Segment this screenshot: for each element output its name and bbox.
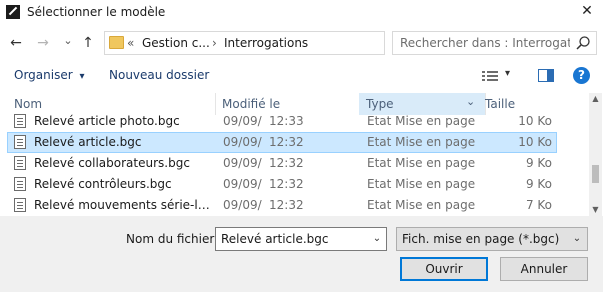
- organize-label: Organiser: [14, 68, 73, 82]
- file-size: 10 Ko: [518, 135, 552, 149]
- title-bar: Sélectionner le modèle ✕: [0, 0, 603, 26]
- view-dropdown-icon: ▾: [505, 68, 511, 79]
- file-date: 09/09/: [223, 135, 262, 149]
- file-name: Relevé mouvements série-lot.b...: [34, 198, 214, 212]
- organize-arrow-icon: ▾: [79, 71, 85, 82]
- file-row-selected[interactable]: Relevé article.bgc 09/09/ 12:32 Etat Mis…: [7, 132, 557, 153]
- breadcrumb-separator: ›: [212, 36, 217, 50]
- file-time: 12:33: [269, 114, 304, 128]
- file-type: Etat Mise en page: [367, 198, 476, 212]
- file-icon: [14, 177, 26, 191]
- file-type: Etat Mise en page: [367, 114, 476, 128]
- file-date: 09/09/: [223, 177, 262, 191]
- file-list[interactable]: ^ Nom Modifié le Type ⌄ Taille Relevé ar…: [7, 93, 589, 216]
- file-icon: [14, 198, 26, 212]
- file-size: 7 Ko: [525, 198, 552, 212]
- file-name: Relevé article photo.bgc: [34, 114, 180, 128]
- address-bar[interactable]: « Gestion c... › Interrogations ⌄ ↻: [104, 31, 480, 55]
- file-type: Etat Mise en page: [367, 156, 476, 170]
- filename-value: Relevé article.bgc: [221, 232, 329, 246]
- file-type-value: Fich. mise en page (*.bgc): [402, 232, 560, 246]
- breadcrumb-interrogations[interactable]: Interrogations: [224, 36, 308, 50]
- scroll-down-icon[interactable]: ▼: [589, 204, 602, 216]
- file-time: 12:32: [269, 135, 304, 149]
- filename-input[interactable]: Relevé article.bgc ⌄: [215, 227, 387, 251]
- help-icon[interactable]: ?: [573, 67, 590, 84]
- file-name: Relevé collaborateurs.bgc: [34, 156, 190, 170]
- view-list-icon: [482, 71, 498, 81]
- file-time: 12:32: [269, 198, 304, 212]
- file-size: 10 Ko: [518, 114, 552, 128]
- back-arrow-icon[interactable]: ←: [8, 35, 24, 51]
- sort-ascending-icon: ^: [109, 93, 117, 98]
- search-placeholder: Rechercher dans : Interrogations: [400, 36, 570, 50]
- scroll-up-icon[interactable]: ▲: [589, 93, 602, 105]
- file-date: 09/09/: [223, 198, 262, 212]
- file-time: 12:32: [269, 177, 304, 191]
- recent-locations-icon[interactable]: ⌄: [60, 33, 76, 49]
- view-options-button[interactable]: ▾: [482, 68, 516, 84]
- breadcrumb-overflow-icon[interactable]: «: [127, 36, 134, 50]
- file-icon: [14, 135, 26, 149]
- preview-pane-icon[interactable]: [538, 69, 554, 82]
- file-type-select[interactable]: Fich. mise en page (*.bgc) ⌄: [396, 227, 588, 251]
- close-icon[interactable]: ✕: [578, 2, 596, 20]
- file-row[interactable]: Relevé collaborateurs.bgc 09/09/ 12:32 E…: [7, 153, 557, 174]
- file-row[interactable]: Relevé article photo.bgc 09/09/ 12:33 Et…: [7, 111, 557, 132]
- file-icon: [14, 156, 26, 170]
- file-row[interactable]: Relevé contrôleurs.bgc 09/09/ 12:32 Etat…: [7, 174, 557, 195]
- forward-arrow-icon[interactable]: →: [35, 35, 51, 51]
- scrollbar-thumb[interactable]: [592, 165, 599, 183]
- up-arrow-icon[interactable]: ↑: [80, 35, 96, 51]
- filename-dropdown-icon[interactable]: ⌄: [371, 233, 383, 245]
- file-name: Relevé article.bgc: [34, 135, 142, 149]
- window-title: Sélectionner le modèle: [27, 5, 166, 19]
- search-input[interactable]: Rechercher dans : Interrogations: [392, 31, 597, 55]
- file-date: 09/09/: [223, 156, 262, 170]
- breadcrumb-gestion[interactable]: Gestion c...: [142, 36, 210, 50]
- file-row[interactable]: Relevé mouvements série-lot.b... 09/09/ …: [7, 195, 557, 216]
- file-time: 12:32: [269, 156, 304, 170]
- folder-icon: [109, 36, 124, 49]
- file-size: 9 Ko: [525, 156, 552, 170]
- file-date: 09/09/: [223, 114, 262, 128]
- vertical-scrollbar[interactable]: ▲ ▼: [589, 93, 602, 216]
- filename-label: Nom du fichier :: [126, 232, 223, 246]
- file-name: Relevé contrôleurs.bgc: [34, 177, 172, 191]
- file-type-dropdown-icon: ⌄: [572, 233, 582, 244]
- file-type: Etat Mise en page: [367, 135, 476, 149]
- app-icon: [6, 5, 20, 19]
- open-button[interactable]: Ouvrir: [400, 257, 488, 281]
- file-size: 9 Ko: [525, 177, 552, 191]
- file-icon: [14, 114, 26, 128]
- file-type: Etat Mise en page: [367, 177, 476, 191]
- new-folder-button[interactable]: Nouveau dossier: [109, 68, 209, 82]
- search-icon[interactable]: [575, 35, 591, 51]
- cancel-button[interactable]: Annuler: [500, 257, 588, 281]
- organize-button[interactable]: Organiser ▾: [14, 68, 85, 82]
